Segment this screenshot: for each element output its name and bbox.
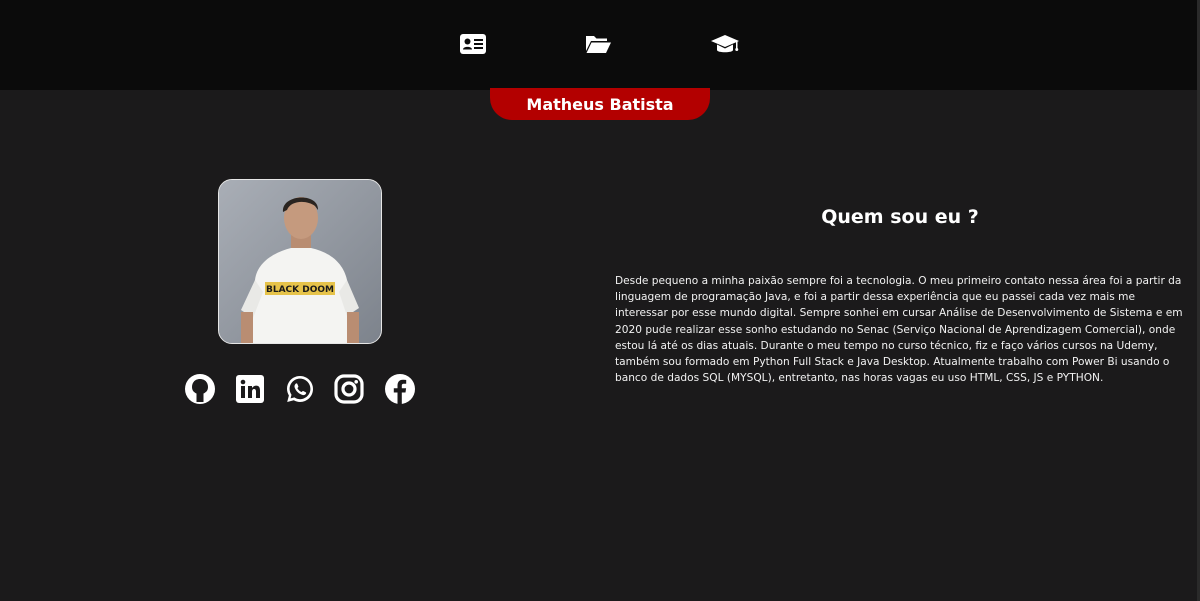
profile-name-badge: Matheus Batista bbox=[490, 88, 710, 120]
github-icon[interactable] bbox=[184, 373, 216, 405]
top-navigation-bar bbox=[0, 0, 1200, 90]
instagram-icon[interactable] bbox=[333, 373, 365, 405]
about-text: Desde pequeno a minha paixão sempre foi … bbox=[615, 275, 1183, 385]
profile-photo: BLACK DOOM bbox=[218, 179, 382, 344]
linkedin-icon[interactable] bbox=[234, 373, 266, 405]
profile-name: Matheus Batista bbox=[526, 94, 674, 114]
folder-open-icon[interactable] bbox=[582, 28, 614, 60]
facebook-icon[interactable] bbox=[384, 373, 416, 405]
id-card-icon[interactable] bbox=[457, 28, 489, 60]
graduation-cap-icon[interactable] bbox=[709, 28, 741, 60]
about-title: Quem sou eu ? bbox=[821, 206, 979, 228]
shirt-print-text: BLACK DOOM bbox=[266, 285, 334, 295]
whatsapp-icon[interactable] bbox=[284, 373, 316, 405]
